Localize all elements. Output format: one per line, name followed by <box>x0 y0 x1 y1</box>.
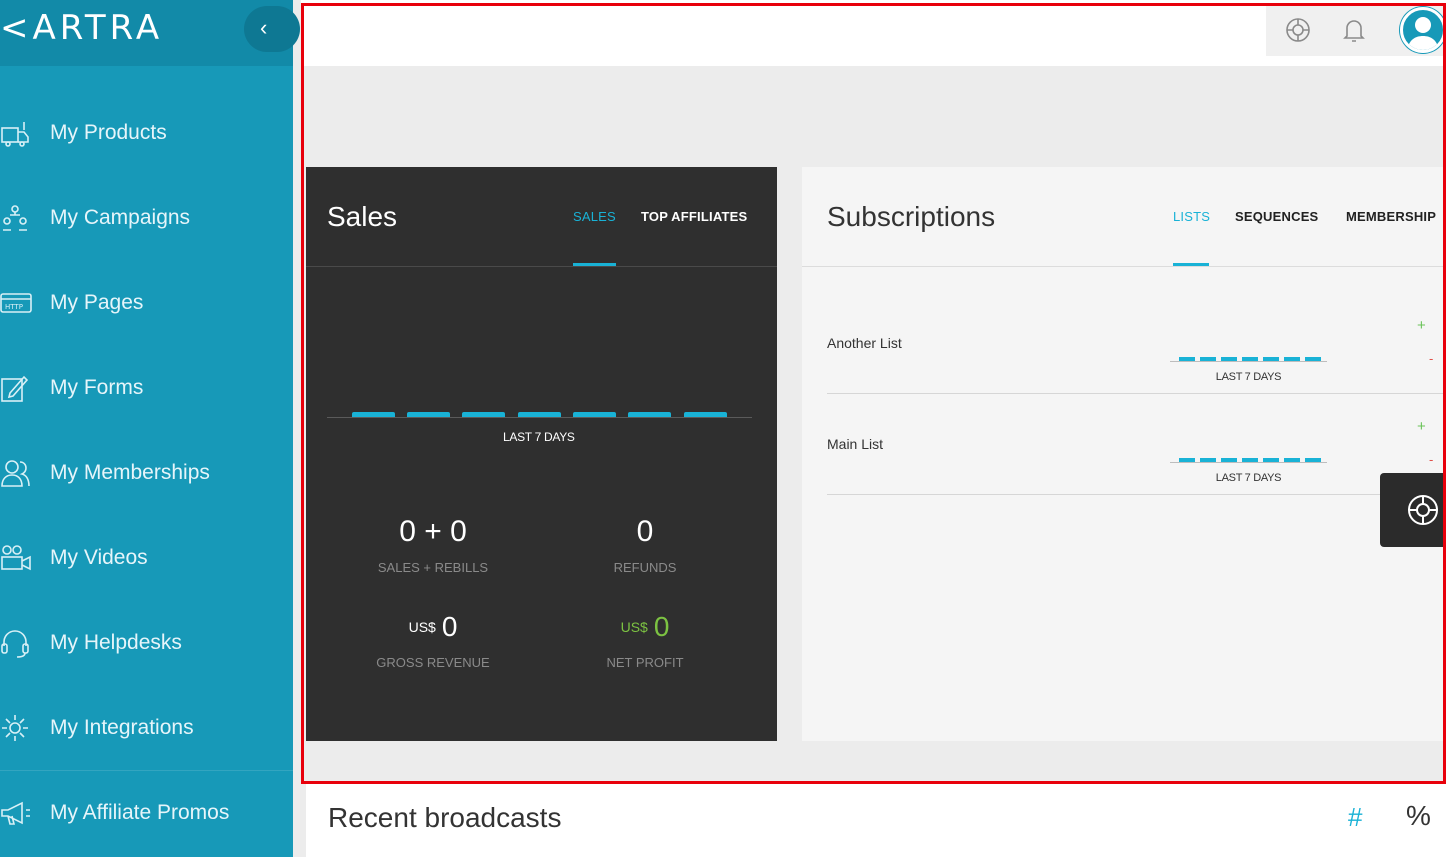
gross-amount: 0 <box>441 611 458 642</box>
support-icon[interactable] <box>1284 16 1312 49</box>
net-currency: US$ <box>620 619 648 635</box>
sidebar-nav: My Products My Campaigns HTTP My Pages M… <box>0 90 293 855</box>
forms-icon <box>0 373 50 403</box>
sales-rebills-value: 0 + 0 <box>399 515 467 548</box>
integrations-icon <box>0 713 50 743</box>
helpdesks-icon <box>0 628 50 658</box>
bell-icon[interactable] <box>1340 16 1368 49</box>
sidebar-item-label: My Memberships <box>50 460 210 484</box>
column-hash: # <box>1348 802 1363 832</box>
list-caption: LAST 7 DAYS <box>1215 472 1282 484</box>
svg-text:HTTP: HTTP <box>5 303 23 311</box>
subscriptions-panel: Subscriptions LISTS SEQUENCES MEMBERSHIP… <box>802 167 1446 741</box>
help-button[interactable] <box>1380 473 1446 547</box>
subscriptions-title: Subscriptions <box>827 201 996 232</box>
campaigns-icon <box>0 203 50 233</box>
sales-title: Sales <box>327 201 398 232</box>
gross-revenue-label: GROSS REVENUE <box>376 655 490 670</box>
list-caption: LAST 7 DAYS <box>1215 371 1282 383</box>
sidebar-item-pages[interactable]: HTTP My Pages <box>0 260 293 345</box>
spark-axis <box>1170 462 1327 463</box>
recent-broadcasts-title: Recent broadcasts <box>328 802 562 833</box>
collapse-sidebar-button[interactable]: ‹ <box>244 6 300 52</box>
pages-icon: HTTP <box>0 288 50 318</box>
sales-rebills-label: SALES + REBILLS <box>377 560 489 575</box>
divider <box>306 266 777 267</box>
net-amount: 0 <box>653 611 670 642</box>
tab-top-affiliates[interactable]: TOP AFFILIATES <box>641 209 747 224</box>
sidebar-item-campaigns[interactable]: My Campaigns <box>0 175 293 260</box>
sidebar-item-memberships[interactable]: My Memberships <box>0 430 293 515</box>
chevron-left-icon: ‹ <box>260 15 268 40</box>
memberships-icon <box>0 458 50 488</box>
sidebar-item-label: My Products <box>50 120 167 144</box>
user-avatar-icon[interactable] <box>1400 7 1446 53</box>
minus-indicator: - <box>1429 351 1434 366</box>
plus-indicator: + <box>1417 418 1426 435</box>
divider <box>802 266 1446 267</box>
products-icon <box>0 118 50 148</box>
spark-axis <box>1170 361 1327 362</box>
gross-currency: US$ <box>408 619 436 635</box>
list-name: Main List <box>827 436 884 452</box>
sidebar-item-videos[interactable]: My Videos <box>0 515 293 600</box>
top-header <box>301 0 1446 66</box>
sidebar: <ARTRA ‹ My Products My Campaigns HTTP M… <box>0 0 300 857</box>
list-item[interactable]: Another List LAST 7 DAYS + - <box>827 293 1446 394</box>
minus-indicator: - <box>1429 452 1434 467</box>
tab-sales[interactable]: SALES <box>573 209 616 224</box>
refunds-label: REFUNDS <box>613 560 677 575</box>
chart-caption: LAST 7 DAYS <box>503 430 575 444</box>
sidebar-item-helpdesks[interactable]: My Helpdesks <box>0 600 293 685</box>
sidebar-item-integrations[interactable]: My Integrations <box>0 685 293 770</box>
sidebar-item-label: My Campaigns <box>50 205 191 229</box>
affiliate-promos-icon <box>0 798 50 828</box>
net-profit-value: US$ 0 <box>545 611 745 643</box>
chart-axis <box>327 417 752 418</box>
sidebar-item-label: My Pages <box>50 290 144 314</box>
kartra-logo[interactable]: <ARTRA <box>0 8 163 48</box>
sidebar-item-label: My Videos <box>50 545 148 569</box>
sidebar-item-label: My Helpdesks <box>50 630 182 654</box>
refunds-value: 0 <box>636 515 654 548</box>
list-item[interactable]: Main List LAST 7 DAYS + - <box>827 394 1446 495</box>
tab-sequences[interactable]: SEQUENCES <box>1235 209 1318 224</box>
list-name: Another List <box>827 335 902 351</box>
sidebar-item-affiliate-promos[interactable]: My Affiliate Promos <box>0 770 293 855</box>
sidebar-item-label: My Affiliate Promos <box>50 801 230 824</box>
lifebuoy-icon <box>1406 493 1440 532</box>
column-percent: % <box>1406 800 1431 831</box>
videos-icon <box>0 543 50 573</box>
net-profit-label: NET PROFIT <box>606 655 684 670</box>
sidebar-item-label: My Forms <box>50 375 144 399</box>
recent-broadcasts-panel: Recent broadcasts # % <box>306 782 1446 857</box>
tab-membership[interactable]: MEMBERSHIP <box>1346 209 1446 224</box>
tab-lists[interactable]: LISTS <box>1173 209 1210 224</box>
plus-indicator: + <box>1417 317 1426 334</box>
sidebar-item-label: My Integrations <box>50 715 194 739</box>
sidebar-item-forms[interactable]: My Forms <box>0 345 293 430</box>
gross-revenue-value: US$ 0 <box>333 611 533 643</box>
sidebar-header: <ARTRA ‹ <box>0 0 300 66</box>
sidebar-item-products[interactable]: My Products <box>0 90 293 175</box>
sales-panel: Sales SALES TOP AFFILIATES LAST 7 DAYS 0… <box>306 167 777 741</box>
